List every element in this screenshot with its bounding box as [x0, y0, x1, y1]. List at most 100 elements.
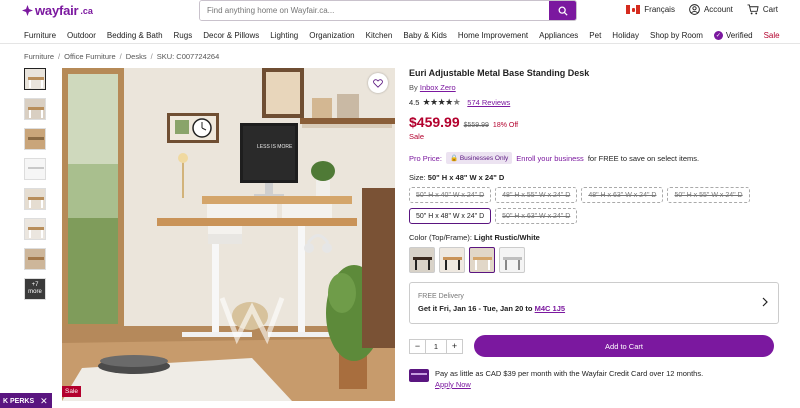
size-option[interactable]: 48" H x 63" W x 24" D: [581, 187, 664, 203]
breadcrumb-furniture[interactable]: Furniture: [24, 52, 54, 61]
breadcrumb-separator: /: [58, 52, 61, 61]
was-price: $559.99: [463, 122, 489, 129]
perks-tab[interactable]: K PERKS ✕: [0, 393, 52, 408]
breadcrumb-office-furniture[interactable]: Office Furniture: [64, 52, 116, 61]
size-heading: Size: 50" H x 48" W x 24" D: [409, 173, 779, 182]
size-option[interactable]: 50" H x 63" W x 24" D: [495, 208, 578, 224]
nav-item-outdoor[interactable]: Outdoor: [67, 31, 96, 40]
quantity-value[interactable]: 1: [425, 339, 447, 353]
thumbnail-more-count: +7: [31, 282, 39, 288]
thumbnail-1[interactable]: [24, 68, 46, 90]
logo-text: wayfair: [35, 3, 79, 18]
verified-icon: ✓: [713, 31, 723, 40]
color-swatch-selected[interactable]: [469, 247, 495, 273]
nav-item-bedding-bath[interactable]: Bedding & Bath: [107, 31, 163, 40]
thumbnail-4[interactable]: [24, 158, 46, 180]
size-option[interactable]: 48" H x 55" W x 24" D: [495, 187, 578, 203]
cart-icon: [747, 4, 759, 15]
quantity-increase-button[interactable]: +: [447, 340, 462, 353]
thumbnail-3[interactable]: [24, 128, 46, 150]
thumbnail-strip: +7 more: [24, 68, 46, 308]
account-icon: [689, 4, 700, 15]
nav-item-kitchen[interactable]: Kitchen: [366, 31, 393, 40]
reviews-link[interactable]: 574 Reviews: [467, 98, 510, 107]
thumbnail-7[interactable]: [24, 248, 46, 270]
sale-price: $459.99: [409, 114, 460, 130]
color-swatch[interactable]: [409, 247, 435, 273]
breadcrumb-desks[interactable]: Desks: [126, 52, 147, 61]
product-details: Euri Adjustable Metal Base Standing Desk…: [409, 68, 779, 389]
enroll-business-link[interactable]: Enroll your business: [516, 154, 584, 163]
language-switch[interactable]: Français: [626, 5, 675, 14]
businesses-only-label: Businesses Only: [459, 155, 509, 162]
search-bar: [199, 0, 577, 21]
breadcrumb: Furniture / Office Furniture / Desks / S…: [24, 52, 219, 61]
language-label: Français: [644, 5, 675, 14]
nav-item-verified[interactable]: ✓ Verified: [713, 31, 753, 40]
enroll-description: for FREE to save on select items.: [587, 153, 700, 163]
size-option[interactable]: 50" H x 55" W x 24" D: [667, 187, 750, 203]
free-delivery-label: FREE Delivery: [418, 293, 464, 300]
size-option-selected[interactable]: 50" H x 48" W x 24" D: [409, 208, 492, 224]
logo-tld: .ca: [80, 5, 93, 16]
add-to-cart-button[interactable]: Add to Cart: [474, 335, 774, 357]
account-link[interactable]: Account: [689, 4, 733, 15]
quantity-stepper: − 1 +: [409, 338, 463, 354]
breadcrumb-sku: SKU: C007724264: [156, 52, 220, 61]
nav-item-appliances[interactable]: Appliances: [539, 31, 578, 40]
brand-link[interactable]: Inbox Zero: [420, 83, 456, 92]
nav-item-rugs[interactable]: Rugs: [174, 31, 193, 40]
cart-label: Cart: [762, 5, 778, 14]
monitor-text: LESS IS MORE: [257, 144, 293, 150]
postal-code-link[interactable]: M4C 1J5: [535, 304, 565, 313]
account-label: Account: [703, 5, 733, 14]
close-icon[interactable]: ✕: [40, 396, 48, 407]
header: wayfair.ca Français Account: [0, 0, 800, 24]
nav-item-furniture[interactable]: Furniture: [24, 31, 56, 40]
search-icon: [558, 6, 568, 16]
logo-icon: [22, 5, 33, 16]
size-options: 50" H x 40" W x 24" D 48" H x 55" W x 24…: [409, 187, 779, 224]
nav-item-decor-pillows[interactable]: Decor & Pillows: [203, 31, 259, 40]
search-button[interactable]: [549, 1, 576, 20]
nav-item-baby-kids[interactable]: Baby & Kids: [403, 31, 447, 40]
nav-item-pet[interactable]: Pet: [589, 31, 601, 40]
nav-item-lighting[interactable]: Lighting: [270, 31, 298, 40]
star-rating-icon: ★★★★★: [422, 97, 461, 107]
breadcrumb-separator: /: [150, 52, 153, 61]
color-selected-value: Light Rustic/White: [474, 233, 540, 242]
color-label: Color (Top/Frame):: [409, 233, 472, 242]
wayfair-logo[interactable]: wayfair .ca: [22, 3, 93, 18]
delivery-to: to: [525, 304, 533, 313]
nav-item-sale[interactable]: Sale: [764, 31, 780, 40]
apply-now-link[interactable]: Apply Now: [435, 380, 703, 389]
desk-scene-illustration: LESS IS MORE: [62, 68, 395, 401]
thumbnail-6[interactable]: [24, 218, 46, 240]
nav-item-home-improvement[interactable]: Home Improvement: [458, 31, 528, 40]
delivery-card[interactable]: FREE Delivery Get it Fri, Jan 16 - Tue, …: [409, 282, 779, 324]
thumbnail-2[interactable]: [24, 98, 46, 120]
size-label: Size:: [409, 173, 426, 182]
pro-price-label: Pro Price:: [409, 153, 442, 163]
heart-icon: [373, 78, 383, 88]
nav-item-shop-by-room[interactable]: Shop by Room: [650, 31, 703, 40]
thumbnail-5[interactable]: [24, 188, 46, 210]
thumbnail-more[interactable]: +7 more: [24, 278, 46, 300]
perks-label: K PERKS: [3, 397, 35, 405]
rating-value: 4.5: [409, 98, 420, 107]
nav-item-organization[interactable]: Organization: [309, 31, 354, 40]
color-swatch[interactable]: [439, 247, 465, 273]
size-option[interactable]: 50" H x 40" W x 24" D: [409, 187, 492, 203]
cart-link[interactable]: Cart: [747, 4, 778, 15]
product-title: Euri Adjustable Metal Base Standing Desk: [409, 68, 590, 78]
favorite-button[interactable]: [368, 73, 388, 93]
canada-flag-icon: [626, 5, 641, 14]
search-input[interactable]: [200, 1, 549, 20]
color-swatch[interactable]: [499, 247, 525, 273]
product-main-image[interactable]: LESS IS MORE: [62, 68, 395, 401]
quantity-decrease-button[interactable]: −: [410, 340, 425, 353]
nav-item-holiday[interactable]: Holiday: [612, 31, 639, 40]
header-actions: Français Account Cart: [626, 4, 778, 15]
credit-card-offer: Pay as little as CAD $39 per month with …: [409, 369, 779, 389]
add-to-cart-row: − 1 + Add to Cart: [409, 335, 779, 357]
